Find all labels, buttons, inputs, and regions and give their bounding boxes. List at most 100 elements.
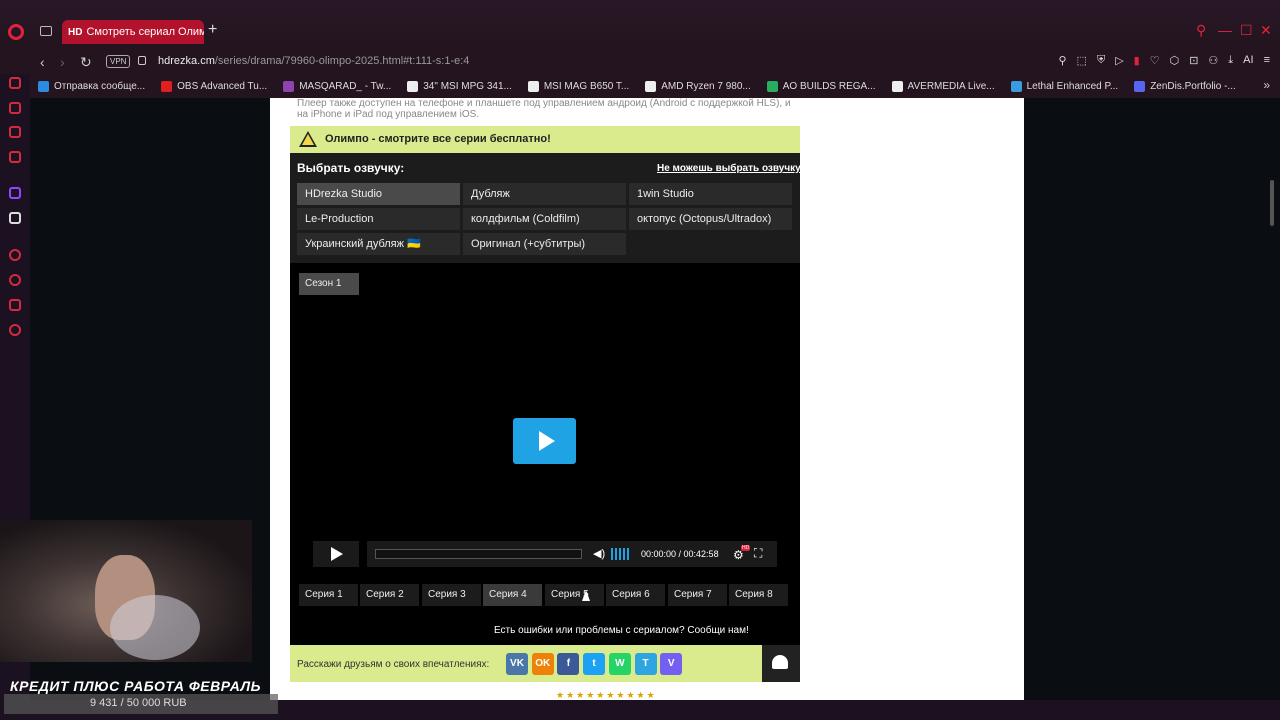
bookmark-item[interactable]: Отправка сообще...	[38, 80, 146, 92]
page-scrollbar[interactable]	[1270, 180, 1274, 226]
bookmark-item[interactable]: 34" MSI MPG 341...	[407, 80, 512, 92]
social-share-icon[interactable]: W	[608, 653, 631, 675]
episode-button[interactable]: Серия 6	[606, 584, 665, 606]
sidebar-settings-icon[interactable]	[9, 324, 21, 336]
profile-icon[interactable]: ⚇	[1208, 54, 1218, 67]
sidebar-twitch-icon[interactable]	[9, 187, 21, 199]
search-icon[interactable]: ⚲	[1196, 22, 1206, 39]
big-play-button[interactable]	[513, 418, 576, 464]
translator-option[interactable]: колдфильм (Coldfilm)	[463, 208, 626, 230]
bookmark-icon	[38, 80, 49, 92]
bookmark-label: Отправка сообще...	[54, 80, 146, 92]
bookmark-item[interactable]: Lethal Enhanced P...	[1010, 80, 1118, 92]
bookmark-icon	[1010, 80, 1022, 92]
pin-icon[interactable]: ⚲	[1058, 54, 1066, 67]
bookmark-label: AO BUILDS REGA...	[782, 80, 876, 92]
sidebar-video-icon[interactable]	[9, 249, 21, 261]
close-icon[interactable]: ✕	[1260, 22, 1272, 39]
heart-icon[interactable]: ♡	[1150, 54, 1160, 67]
vpn-badge[interactable]: VPN	[106, 55, 131, 68]
hd-badge: HD	[741, 545, 751, 551]
episode-button[interactable]: Серия 2	[360, 584, 419, 606]
bookmarks-more-icon[interactable]: »	[1263, 78, 1270, 92]
bag-icon[interactable]: ⊡	[1189, 54, 1198, 67]
social-share-icon[interactable]: OK	[531, 653, 554, 675]
bookmark-item[interactable]: MSI MAG B650 T...	[527, 80, 630, 92]
extensions-icon[interactable]: ⬡	[1170, 54, 1180, 67]
sidebar-history-icon[interactable]	[9, 274, 21, 286]
sidebar-x-icon[interactable]	[9, 212, 21, 224]
tab-active[interactable]: HDСмотреть сериал Олимпо	[62, 20, 204, 44]
url-host: hdrezka.cm	[158, 55, 215, 67]
translator-option[interactable]: 1win Studio	[629, 183, 792, 205]
episode-button[interactable]: Серия 1	[299, 584, 358, 606]
volume-slider[interactable]	[611, 548, 631, 560]
progress-bar[interactable]	[375, 549, 582, 559]
play-icon[interactable]: ▷	[1115, 54, 1123, 67]
report-link[interactable]: Есть ошибки или проблемы с сериалом? Соо…	[494, 625, 749, 636]
url-field[interactable]: hdrezka.cm/series/drama/79960-olimpo-202…	[158, 55, 469, 67]
bookmark-item[interactable]: AO BUILDS REGA...	[766, 80, 876, 92]
social-share-icon[interactable]: VK	[506, 653, 528, 675]
lock-icon[interactable]	[138, 56, 146, 65]
new-tab-icon[interactable]: +	[208, 21, 217, 39]
translator-option[interactable]: Дубляж	[463, 183, 626, 205]
bookmark-item[interactable]: MASQARAD_ - Tw...	[283, 80, 391, 92]
shield-icon[interactable]: ⛨	[1097, 54, 1105, 67]
bookmark-item[interactable]: OBS Advanced Tu...	[161, 80, 267, 92]
translator-option[interactable]: Le-Production	[297, 208, 460, 230]
fullscreen-icon[interactable]: ⛶	[754, 546, 762, 561]
back-icon[interactable]: ‹	[40, 54, 45, 70]
notification-bell-icon[interactable]	[762, 645, 800, 682]
translator-option[interactable]: Украинский дубляж 🇺🇦	[297, 233, 460, 255]
translator-option[interactable]: Оригинал (+субтитры)	[463, 233, 626, 255]
bookmark-icon	[407, 80, 419, 92]
menu-icon[interactable]: ≡	[1264, 54, 1270, 67]
volume-icon[interactable]: ◀)	[593, 548, 605, 560]
episode-button[interactable]: Серия 4	[483, 584, 542, 606]
translator-option[interactable]: HDrezka Studio	[297, 183, 460, 205]
url-path: /series/drama/79960-olimpo-2025.html#t:1…	[214, 55, 470, 67]
season-button[interactable]: Сезон 1	[299, 273, 359, 295]
bookmark-item[interactable]: AVERMEDIA Live...	[891, 80, 995, 92]
sidebar-speed-dial-icon[interactable]	[9, 77, 21, 89]
translator-help-link[interactable]: Не можешь выбрать озвучку?	[657, 163, 807, 174]
share-text: Расскажи друзьям о своих впечатлениях:	[297, 659, 490, 670]
sidebar-messenger-icon[interactable]	[9, 151, 21, 163]
bookmark-item[interactable]: ZenDis.Portfolio -...	[1134, 80, 1236, 92]
play-button[interactable]	[313, 541, 359, 567]
sidebar-aria-icon[interactable]	[9, 102, 21, 114]
episode-button[interactable]: Серия 7	[668, 584, 727, 606]
social-share-icon[interactable]: V	[660, 653, 683, 675]
wallet-icon[interactable]: ▮	[1134, 54, 1140, 67]
rating-stars[interactable]: ★★★★★★★★★★	[556, 690, 657, 701]
tab-list-icon[interactable]	[40, 26, 52, 36]
social-share-icon[interactable]: f	[557, 653, 580, 675]
opera-logo-icon[interactable]	[8, 24, 24, 40]
screen: HDСмотреть сериал Олимпо + ⚲ — ☐ ✕ ‹ › ↻…	[0, 0, 1280, 720]
bookmark-item[interactable]: AMD Ryzen 7 980...	[645, 80, 751, 92]
bookmark-label: MSI MAG B650 T...	[543, 80, 630, 92]
tab-title: Смотреть сериал Олимпо	[86, 26, 204, 38]
download-icon[interactable]: ⤓	[1228, 54, 1233, 67]
translator-option[interactable]: октопус (Octopus/Ultradox)	[629, 208, 792, 230]
minimize-icon[interactable]: —	[1218, 22, 1232, 38]
maximize-icon[interactable]: ☐	[1240, 22, 1253, 39]
forward-icon[interactable]: ›	[60, 54, 65, 70]
sidebar-player-icon[interactable]	[9, 126, 21, 138]
smoke-cloud	[110, 595, 200, 660]
bookmarks-bar: Отправка сообще... OBS Advanced Tu... MASQ…	[0, 74, 1280, 98]
episode-button[interactable]: Серия 8	[729, 584, 788, 606]
ai-button[interactable]: AI	[1243, 54, 1253, 67]
episode-button[interactable]: Серия 3	[422, 584, 481, 606]
toolbar-icons: ⚲ ⬚ ⛨ ▷ ▮ ♡ ⬡ ⊡ ⚇ ⤓ AI ≡	[1058, 54, 1270, 67]
reload-icon[interactable]: ↻	[80, 54, 92, 71]
social-share-icon[interactable]: T	[634, 653, 657, 675]
bookmark-label: 34" MSI MPG 341...	[423, 80, 512, 92]
episode-button[interactable]: Серия 5	[545, 584, 604, 606]
sidebar-extensions-icon[interactable]	[9, 299, 21, 311]
bookmark-icon	[766, 80, 778, 92]
social-share-icon[interactable]: t	[583, 653, 606, 675]
credit-goal-amount: 9 431 / 50 000 RUB	[90, 697, 187, 709]
snapshot-icon[interactable]: ⬚	[1077, 54, 1087, 67]
